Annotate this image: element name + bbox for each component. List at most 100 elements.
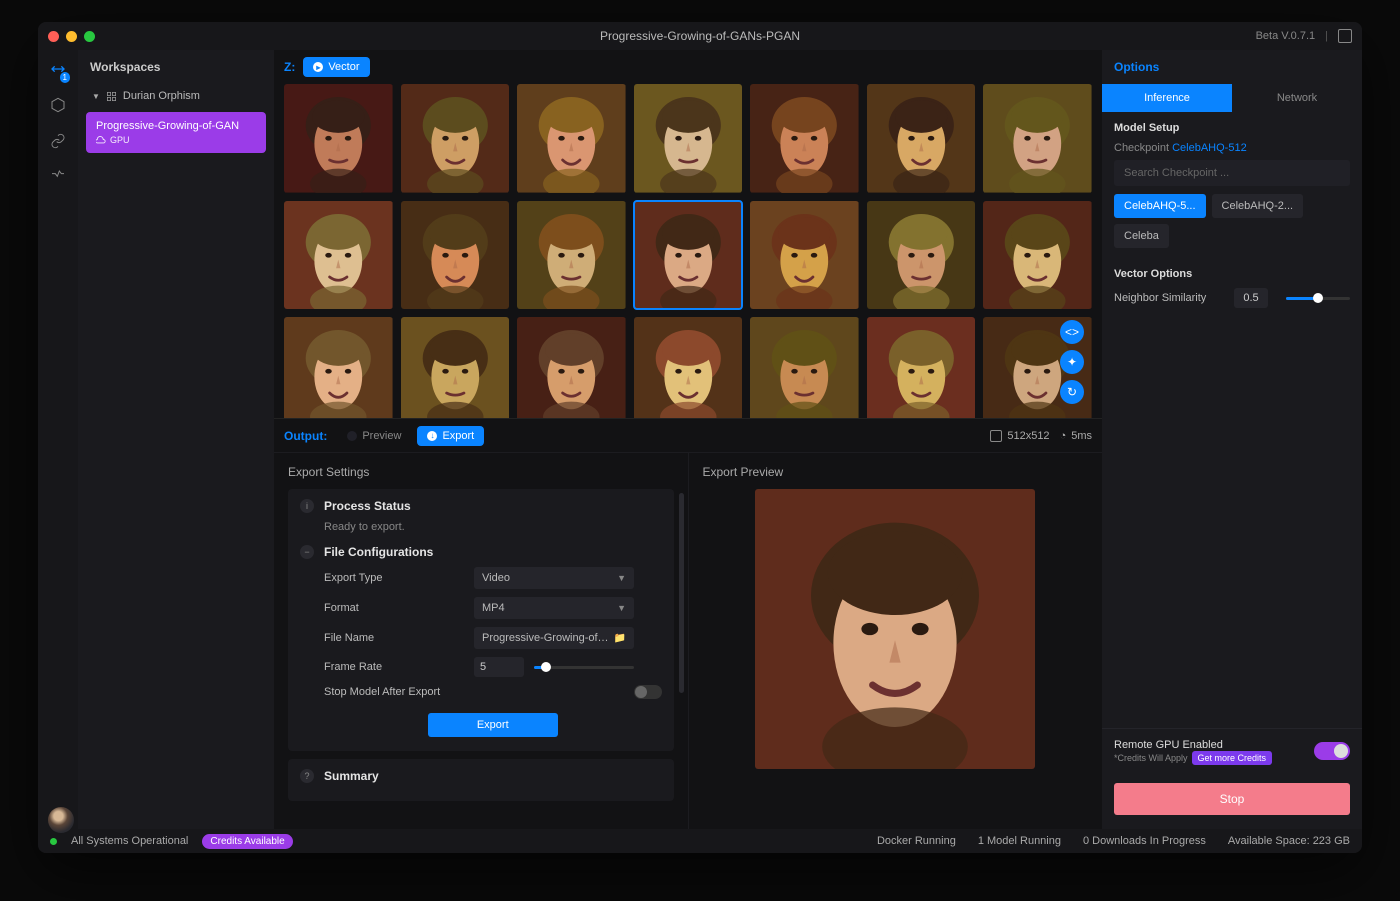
workspace-item[interactable]: ▼ Durian Orphism [78, 84, 274, 108]
framerate-slider[interactable] [534, 666, 634, 669]
divider: | [1325, 30, 1328, 42]
export-tab[interactable]: ↓ Export [417, 426, 484, 446]
caret-down-icon: ▼ [92, 92, 100, 101]
play-icon: ▸ [313, 62, 323, 72]
export-type-select[interactable]: Video▼ [474, 567, 634, 589]
grid-cell[interactable] [517, 317, 626, 418]
checkpoint-chip[interactable]: CelebAHQ-2... [1212, 194, 1304, 218]
summary-header: Summary [324, 769, 379, 783]
swap-icon[interactable]: 1 [49, 60, 67, 78]
sidebar-header: Workspaces [78, 50, 274, 84]
eye-icon [347, 431, 357, 441]
avatar[interactable] [48, 807, 74, 833]
random-button[interactable]: ✦ [1060, 350, 1084, 374]
checkpoint-label: Checkpoint [1114, 142, 1169, 154]
gpu-box: Remote GPU Enabled *Credits Will Apply Ge… [1102, 729, 1362, 773]
grid-cell[interactable] [750, 84, 859, 193]
process-status-text: Ready to export. [324, 521, 662, 533]
chevron-down-icon: ▼ [617, 603, 626, 613]
gpu-title: Remote GPU Enabled [1114, 739, 1306, 751]
grid-cell[interactable] [517, 84, 626, 193]
help-icon: ? [300, 769, 314, 783]
vector-pill[interactable]: ▸ Vector [303, 57, 369, 77]
export-button[interactable]: Export [428, 713, 558, 737]
status-docker: Docker Running [877, 835, 956, 847]
chat-icon[interactable] [1338, 29, 1352, 43]
grid-cell[interactable] [284, 84, 393, 193]
nav-rail: 1 [38, 50, 78, 829]
browse-icon[interactable] [49, 96, 67, 114]
grid-cell[interactable] [867, 84, 976, 193]
stop-model-toggle[interactable] [634, 685, 662, 699]
model-setup-header: Model Setup [1114, 122, 1350, 134]
get-credits-button[interactable]: Get more Credits [1192, 751, 1273, 765]
grid-cell[interactable] [867, 201, 976, 310]
clock-icon: ◔ [1060, 430, 1067, 442]
credits-pill[interactable]: Credits Available [202, 834, 292, 849]
filename-input[interactable]: Progressive-Growing-of-GANs-P...📁 [474, 627, 634, 649]
grid-cell[interactable] [750, 317, 859, 418]
scrollbar[interactable] [679, 493, 684, 693]
link-icon[interactable] [49, 132, 67, 150]
grid-cell[interactable] [983, 201, 1092, 310]
minimize-button[interactable] [66, 31, 77, 42]
grid-icon [106, 91, 117, 102]
grid-cell[interactable] [634, 84, 743, 193]
export-settings-title: Export Settings [288, 465, 674, 479]
status-operational: All Systems Operational [71, 835, 188, 847]
checkpoint-chip[interactable]: Celeba [1114, 224, 1169, 248]
grid-cell[interactable] [401, 201, 510, 310]
flow-icon[interactable] [49, 168, 67, 186]
folder-icon[interactable]: 📁 [614, 633, 626, 644]
checkpoint-value[interactable]: CelebAHQ-512 [1172, 142, 1247, 154]
status-space: Available Space: 223 GB [1228, 835, 1350, 847]
stop-button[interactable]: Stop [1114, 783, 1350, 815]
refresh-button[interactable]: ↻ [1060, 380, 1084, 404]
rail-badge: 1 [60, 72, 70, 83]
grid-area: <> ✦ ↻ [274, 84, 1102, 418]
grid-cell[interactable] [284, 201, 393, 310]
collapse-icon[interactable]: − [300, 545, 314, 559]
grid-cell[interactable] [634, 201, 743, 310]
status-models: 1 Model Running [978, 835, 1061, 847]
dimensions-icon [990, 430, 1002, 442]
grid-cell[interactable] [983, 84, 1092, 193]
framerate-input[interactable]: 5 [474, 657, 524, 677]
code-button[interactable]: <> [1060, 320, 1084, 344]
maximize-button[interactable] [84, 31, 95, 42]
format-label: Format [324, 602, 474, 614]
close-button[interactable] [48, 31, 59, 42]
traffic-lights [48, 31, 95, 42]
window-title: Progressive-Growing-of-GANs-PGAN [600, 29, 800, 43]
export-type-label: Export Type [324, 572, 474, 584]
search-checkpoint-input[interactable]: Search Checkpoint ... [1114, 160, 1350, 186]
gpu-sub: *Credits Will Apply [1114, 753, 1188, 763]
grid-cell[interactable] [401, 317, 510, 418]
grid-cell[interactable] [401, 84, 510, 193]
grid-cell[interactable] [517, 201, 626, 310]
gpu-label: GPU [110, 135, 130, 145]
grid-cell[interactable] [867, 317, 976, 418]
format-select[interactable]: MP4▼ [474, 597, 634, 619]
grid-cell[interactable] [634, 317, 743, 418]
grid-cell[interactable] [750, 201, 859, 310]
options-tabs: Inference Network [1102, 84, 1362, 112]
grid-cell[interactable] [284, 317, 393, 418]
dimensions: 512x512 [1007, 430, 1049, 442]
preview-tab[interactable]: Preview [337, 426, 411, 446]
tab-inference[interactable]: Inference [1102, 84, 1232, 112]
filename-label: File Name [324, 632, 474, 644]
neighbor-value[interactable]: 0.5 [1234, 288, 1268, 308]
stop-model-label: Stop Model After Export [324, 686, 634, 698]
model-card[interactable]: Progressive-Growing-of-GAN GPU [86, 112, 266, 153]
app-window: Progressive-Growing-of-GANs-PGAN Beta V.… [38, 22, 1362, 853]
version-label: Beta V.0.7.1 [1256, 30, 1316, 42]
gpu-toggle[interactable] [1314, 742, 1350, 760]
export-preview-title: Export Preview [703, 465, 1089, 479]
neighbor-slider[interactable] [1286, 297, 1350, 300]
checkpoint-chip[interactable]: CelebAHQ-5... [1114, 194, 1206, 218]
download-icon: ↓ [427, 431, 437, 441]
vector-label: Vector [328, 61, 359, 73]
tab-network[interactable]: Network [1232, 84, 1362, 112]
float-buttons: <> ✦ ↻ [1060, 320, 1084, 404]
